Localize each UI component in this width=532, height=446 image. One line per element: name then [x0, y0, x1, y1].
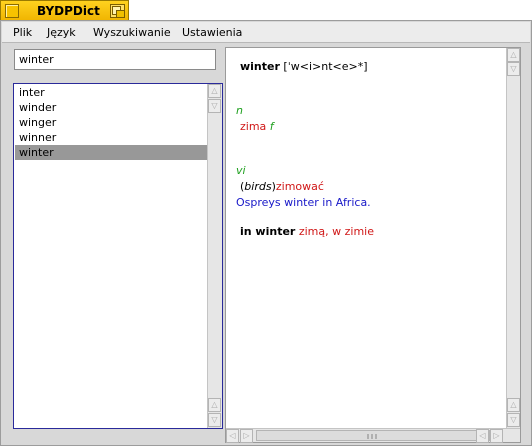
part-of-speech: n [236, 104, 243, 117]
scroll-down-arrow-icon[interactable]: ▽ [507, 413, 520, 427]
context: birds [244, 180, 272, 193]
list-item[interactable]: winder [15, 100, 208, 115]
phrase: in winter [240, 225, 296, 238]
phrase-translation: zimą, w zimie [298, 225, 374, 238]
list-item-selected[interactable]: winter [15, 145, 208, 160]
list-item[interactable]: winner [15, 130, 208, 145]
sense-1-translation: zima f [240, 120, 274, 133]
scroll-down-arrow-icon[interactable]: ▽ [507, 62, 520, 76]
window-title: BYDPDict [37, 4, 100, 18]
scroll-down-arrow-icon[interactable]: ▽ [208, 413, 221, 427]
scroll-left-arrow-icon[interactable]: ◁ [476, 429, 489, 443]
scroll-left-arrow-icon[interactable]: ◁ [226, 429, 239, 443]
main-window: Plik Język Wyszukiwanie Ustawienia inter… [0, 20, 532, 446]
scroll-thumb[interactable] [256, 430, 490, 441]
menu-plik[interactable]: Plik [13, 26, 32, 39]
list-item[interactable]: winger [15, 115, 208, 130]
sense-2-translation: (birds)zimować [240, 180, 324, 193]
menu-bar: Plik Język Wyszukiwanie Ustawienia [2, 22, 530, 43]
menu-ustawienia[interactable]: Ustawienia [182, 26, 242, 39]
pronunciation: [ˈw<i>nt<e>*] [283, 60, 368, 73]
definition-content: winter [ˈw<i>nt<e>*] n zima f vi (birds)… [226, 48, 506, 428]
sense-2-example: Ospreys winter in Africa. [236, 196, 371, 209]
context-label: (birds) [240, 180, 276, 193]
example-sentence: Ospreys winter in Africa. [236, 196, 371, 209]
window-zoom-icon[interactable] [110, 4, 125, 18]
definition-hscrollbar[interactable]: ◁ ▷ ◁ ▷ [226, 428, 520, 443]
translation: zima [240, 120, 267, 133]
entry-header: winter [ˈw<i>nt<e>*] [240, 60, 368, 73]
grip-icon [375, 434, 377, 439]
gender: f [269, 120, 274, 133]
definition-vscrollbar[interactable]: △ ▽ △ ▽ [506, 48, 520, 428]
sense-1-pos: n [236, 104, 243, 117]
title-bar[interactable]: BYDPDict [0, 0, 532, 21]
headword: winter [240, 60, 280, 73]
menu-wyszukiwanie[interactable]: Wyszukiwanie [93, 26, 171, 39]
window-close-icon[interactable] [5, 4, 19, 18]
scroll-right-arrow-icon[interactable]: ▷ [240, 429, 253, 443]
scroll-up-arrow-icon[interactable]: △ [208, 84, 221, 98]
list-item[interactable]: inter [15, 85, 208, 100]
phrase-line: in winter zimą, w zimie [240, 225, 374, 238]
scroll-up-arrow-icon[interactable]: △ [507, 398, 520, 412]
window-tab[interactable]: BYDPDict [0, 0, 129, 21]
grip-icon [367, 434, 369, 439]
word-list-items: inter winder winger winner winter [15, 85, 208, 160]
word-list-scrollbar[interactable]: △ ▽ △ ▽ [207, 84, 222, 428]
scroll-down-arrow-icon[interactable]: ▽ [208, 99, 221, 113]
grip-icon [371, 434, 373, 439]
menu-jezyk[interactable]: Język [47, 26, 76, 39]
scroll-right-arrow-icon[interactable]: ▷ [490, 429, 503, 443]
scroll-up-arrow-icon[interactable]: △ [208, 398, 221, 412]
translation: zimować [275, 180, 324, 193]
search-input[interactable] [14, 49, 216, 70]
definition-pane[interactable]: winter [ˈw<i>nt<e>*] n zima f vi (birds)… [225, 47, 521, 443]
part-of-speech: vi [236, 164, 246, 177]
sense-2-pos: vi [236, 164, 246, 177]
scroll-up-arrow-icon[interactable]: △ [507, 48, 520, 62]
word-list[interactable]: inter winder winger winner winter △ ▽ △ … [13, 83, 223, 429]
